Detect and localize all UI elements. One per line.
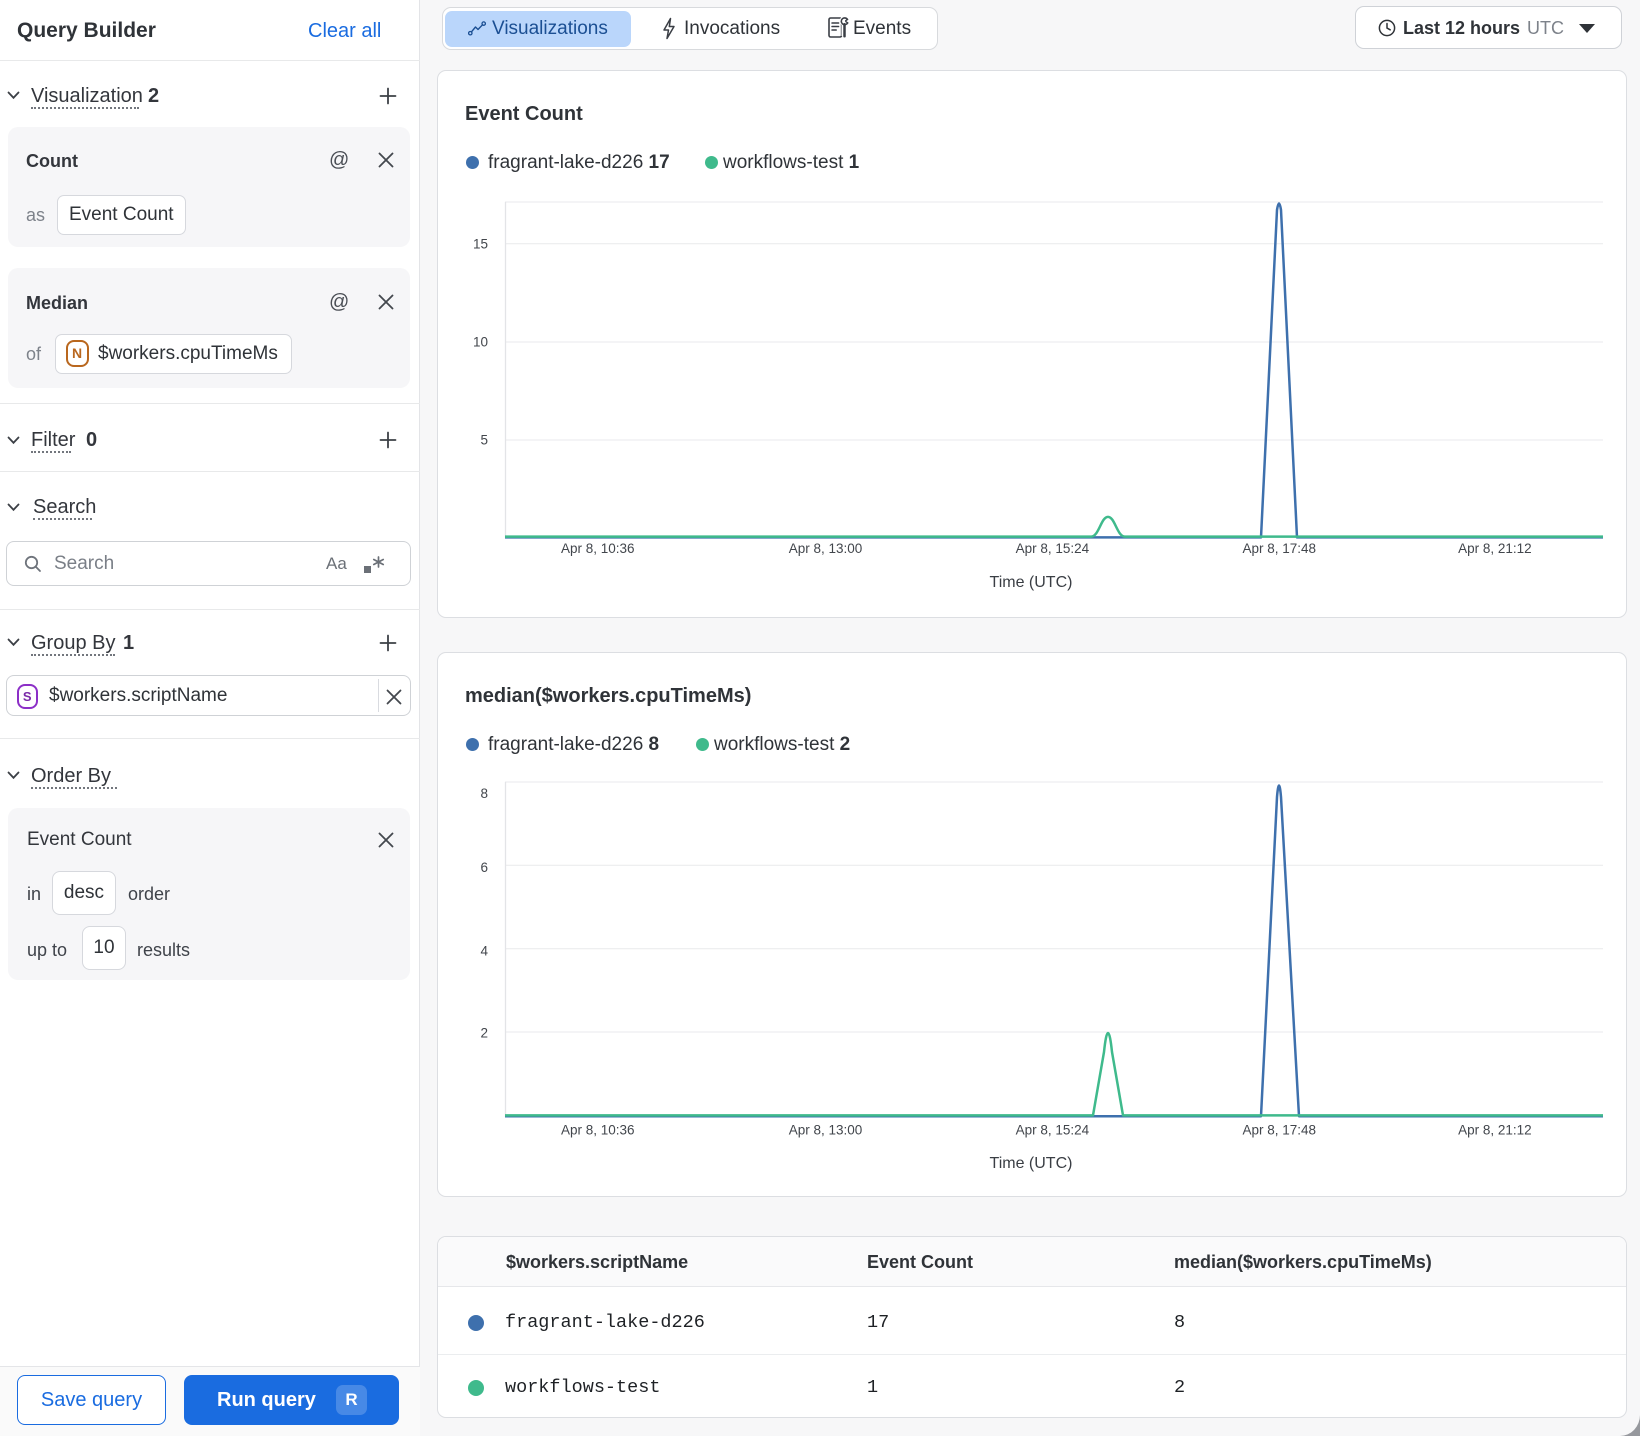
- svg-text:Apr 8, 10:36: Apr 8, 10:36: [561, 541, 635, 556]
- svg-text:Apr 8, 21:12: Apr 8, 21:12: [1458, 1123, 1532, 1138]
- svg-text:Apr 8, 13:00: Apr 8, 13:00: [789, 1123, 863, 1138]
- svg-text:Apr 8, 10:36: Apr 8, 10:36: [561, 1123, 635, 1138]
- svg-text:Apr 8, 17:48: Apr 8, 17:48: [1243, 1123, 1317, 1138]
- svg-text:Time (UTC): Time (UTC): [990, 1155, 1073, 1172]
- svg-text:5: 5: [480, 433, 488, 448]
- svg-text:Apr 8, 21:12: Apr 8, 21:12: [1458, 541, 1532, 556]
- svg-text:6: 6: [480, 860, 488, 875]
- svg-text:Time (UTC): Time (UTC): [990, 574, 1073, 591]
- svg-text:15: 15: [473, 236, 488, 251]
- svg-text:Apr 8, 15:24: Apr 8, 15:24: [1016, 1123, 1090, 1138]
- svg-text:10: 10: [473, 335, 488, 350]
- svg-text:8: 8: [480, 786, 488, 801]
- svg-text:2: 2: [480, 1026, 488, 1041]
- svg-text:Apr 8, 13:00: Apr 8, 13:00: [789, 541, 863, 556]
- svg-text:Apr 8, 17:48: Apr 8, 17:48: [1243, 541, 1317, 556]
- svg-text:4: 4: [480, 944, 488, 959]
- svg-text:Apr 8, 15:24: Apr 8, 15:24: [1016, 541, 1090, 556]
